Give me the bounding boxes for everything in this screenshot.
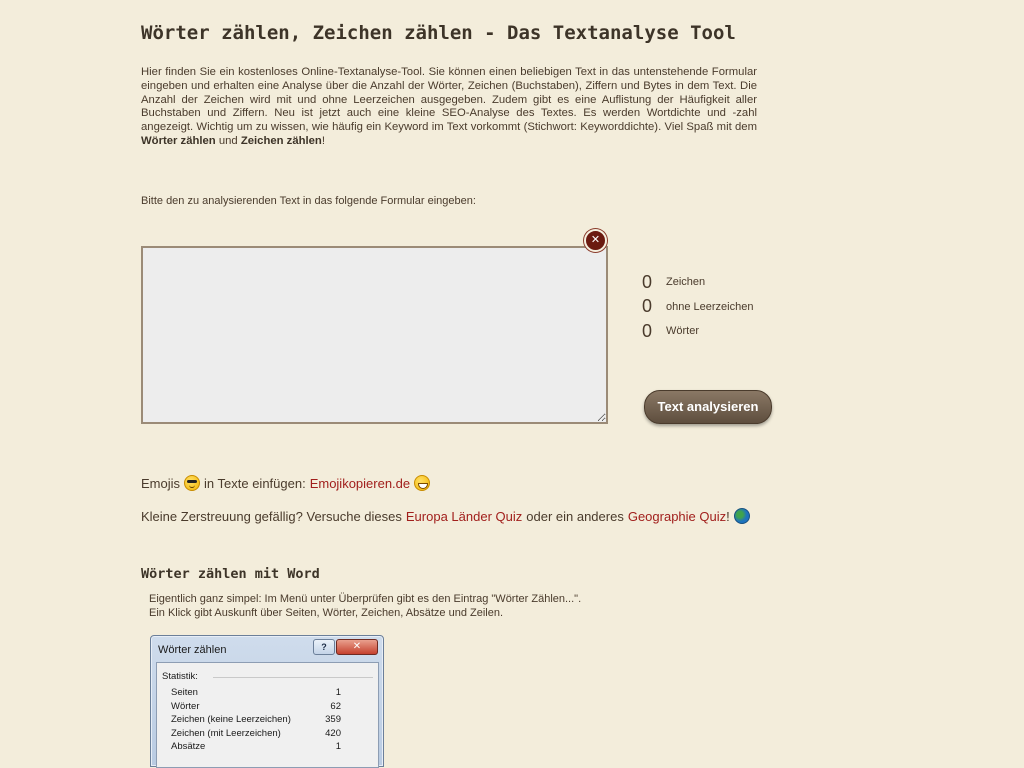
count-row-no-spaces: 0 ohne Leerzeichen xyxy=(642,295,753,320)
emoji-promo-prefix: Emojis xyxy=(141,475,181,491)
stat-label: Absätze xyxy=(171,741,206,753)
word-section-heading: Wörter zählen mit Word xyxy=(141,566,320,582)
stat-label: Zeichen (keine Leerzeichen) xyxy=(171,714,291,726)
intro-text-c: ! xyxy=(321,134,325,147)
emojikopieren-link[interactable]: Emojikopieren.de xyxy=(310,476,410,491)
word-desc-line2: Ein Klick gibt Auskunft über Seiten, Wör… xyxy=(149,606,504,619)
form-prompt: Bitte den zu analysierenden Text in das … xyxy=(141,195,476,207)
close-icon: ✕ xyxy=(590,234,601,246)
count-row-words: 0 Wörter xyxy=(642,319,753,344)
count-panel: 0 Zeichen 0 ohne Leerzeichen 0 Wörter xyxy=(642,270,753,344)
count-row-chars: 0 Zeichen xyxy=(642,270,753,295)
stat-label: Wörter xyxy=(171,700,200,712)
char-count-value: 0 xyxy=(642,271,653,292)
quiz-promo-middle: oder ein anderes xyxy=(526,508,624,524)
dialog-stat-rows: Seiten 1 Wörter 62 Zeichen (keine Leerze… xyxy=(171,686,341,754)
stat-row: Absätze 1 xyxy=(171,740,341,754)
quiz-promo: Kleine Zerstreuung gefällig? Versuche di… xyxy=(141,508,750,524)
analyze-text-button[interactable]: Text analysieren xyxy=(644,390,772,424)
globe-icon xyxy=(733,508,750,524)
dialog-body: Statistik: Seiten 1 Wörter 62 Zeichen (k… xyxy=(156,662,379,768)
dialog-help-icon: ? xyxy=(313,639,335,655)
stat-row: Wörter 62 xyxy=(171,700,341,714)
word-count-value: 0 xyxy=(642,320,653,341)
clear-text-button[interactable]: ✕ xyxy=(584,229,607,252)
geography-quiz-link[interactable]: Geographie Quiz xyxy=(628,509,726,524)
emoji-promo-middle: in Texte einfügen: xyxy=(204,475,306,491)
char-count-label: Zeichen xyxy=(666,276,706,289)
text-input-container xyxy=(141,246,608,424)
intro-paragraph: Hier finden Sie ein kostenloses Online-T… xyxy=(141,66,757,149)
dialog-close-icon: ✕ xyxy=(336,639,378,655)
word-count-dialog-screenshot: Wörter zählen ? ✕ Statistik: Seiten 1 Wö… xyxy=(150,635,384,768)
stat-row: Zeichen (keine Leerzeichen) 359 xyxy=(171,713,341,727)
stat-label: Zeichen (mit Leerzeichen) xyxy=(171,727,281,739)
stat-value: 1 xyxy=(335,741,341,753)
europe-quiz-link[interactable]: Europa Länder Quiz xyxy=(406,509,522,524)
emoji-promo: Emojis in Texte einfügen: Emojikopieren.… xyxy=(141,475,431,491)
intro-bold-char-count: Zeichen zählen xyxy=(240,134,322,147)
dialog-stat-heading: Statistik: xyxy=(162,671,198,682)
stat-row: Zeichen (mit Leerzeichen) 420 xyxy=(171,727,341,741)
stat-row: Seiten 1 xyxy=(171,686,341,700)
no-space-count-value: 0 xyxy=(642,296,653,317)
word-section-description: Eigentlich ganz simpel: Im Menü unter Üb… xyxy=(149,593,581,620)
intro-bold-word-count: Wörter zählen xyxy=(141,134,216,147)
stat-value: 1 xyxy=(335,687,341,698)
grinning-sweat-face-icon xyxy=(414,475,431,491)
dialog-title: Wörter zählen xyxy=(158,644,227,656)
quiz-promo-prefix: Kleine Zerstreuung gefällig? Versuche di… xyxy=(141,508,402,524)
dialog-divider xyxy=(213,677,373,678)
intro-text-a: Hier finden Sie ein kostenloses Online-T… xyxy=(141,66,757,134)
smiling-face-with-sunglasses-icon xyxy=(184,475,201,491)
page-title: Wörter zählen, Zeichen zählen - Das Text… xyxy=(141,22,736,44)
word-desc-line1: Eigentlich ganz simpel: Im Menü unter Üb… xyxy=(149,593,582,605)
stat-value: 359 xyxy=(325,714,341,726)
stat-value: 420 xyxy=(325,727,341,739)
stat-label: Seiten xyxy=(171,687,198,698)
no-space-count-label: ohne Leerzeichen xyxy=(666,300,754,313)
intro-text-b: und xyxy=(215,134,241,147)
stat-value: 62 xyxy=(330,700,341,712)
quiz-promo-suffix: ! xyxy=(726,508,730,524)
word-count-label: Wörter xyxy=(666,325,699,338)
text-input[interactable] xyxy=(141,246,608,424)
